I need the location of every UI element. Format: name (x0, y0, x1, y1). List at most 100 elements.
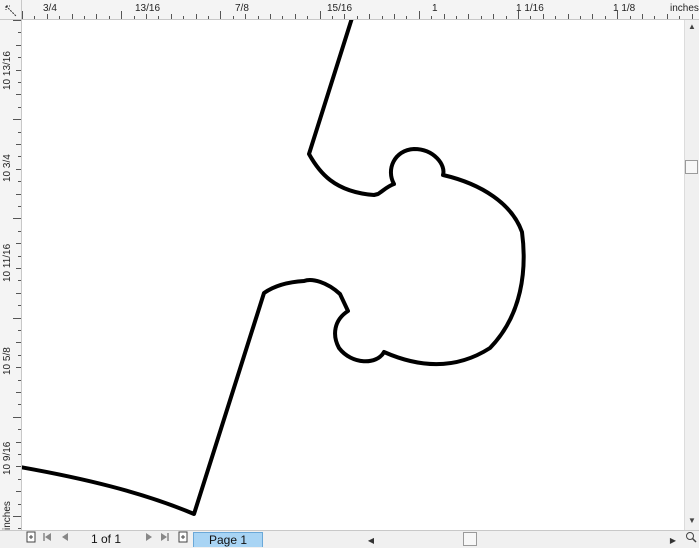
ruler-unit: inches (2, 501, 13, 530)
ruler-unit: inches (670, 3, 699, 14)
add-page-icon[interactable] (176, 531, 190, 548)
ruler-tick (16, 144, 21, 145)
ruler-tick (220, 11, 222, 19)
ruler-tick (406, 16, 408, 19)
ruler-tick (654, 16, 656, 19)
ruler-tick (18, 156, 21, 158)
ruler-corner[interactable] (0, 0, 22, 20)
scroll-left-icon[interactable]: ◀ (365, 532, 377, 549)
ruler-tick (282, 16, 284, 19)
ruler-tick (59, 16, 61, 19)
horizontal-scrollbar[interactable]: ◀ ▶ (365, 532, 683, 547)
vertical-ruler[interactable]: 10 13/16 10 3/4 10 11/16 10 5/8 10 9/16 … (0, 20, 22, 530)
ruler-tick (16, 491, 21, 493)
ruler-tick (16, 441, 21, 443)
ruler-tick (245, 14, 247, 19)
scroll-up-icon[interactable]: ▲ (685, 20, 699, 34)
ruler-label: 10 5/8 (2, 347, 13, 375)
ruler-tick (16, 94, 21, 96)
ruler-tick (18, 255, 21, 257)
ruler-tick (146, 14, 147, 19)
ruler-tick (158, 16, 160, 19)
ruler-tick (592, 14, 594, 19)
ruler-tick (208, 16, 209, 19)
ruler-tick (542, 14, 544, 19)
ruler-tick (16, 69, 21, 71)
ruler-tick (13, 317, 21, 319)
ruler-label: 10 11/16 (2, 243, 13, 282)
ruler-tick (96, 14, 98, 19)
ruler-tick (183, 16, 185, 19)
zoom-icon[interactable] (683, 531, 698, 548)
scroll-right-icon[interactable]: ▶ (667, 532, 679, 549)
ruler-tick (232, 16, 234, 19)
ruler-tick (16, 342, 21, 344)
ruler-tick (18, 181, 21, 183)
ruler-tick (294, 14, 296, 19)
ruler-tick (16, 243, 21, 245)
ruler-label: 1 1/16 (516, 3, 544, 14)
ruler-tick (332, 16, 333, 19)
ruler-tick (666, 14, 668, 19)
ruler-tick (13, 416, 21, 418)
ruler-tick (195, 14, 197, 19)
ruler-tick (679, 16, 681, 19)
ruler-tick (34, 16, 36, 19)
first-page-icon[interactable] (40, 531, 54, 548)
ruler-tick (18, 280, 21, 282)
ruler-tick (629, 16, 631, 19)
ruler-tick (18, 354, 21, 356)
ruler-tick (13, 516, 21, 517)
drawing-svg (22, 20, 526, 516)
ruler-corner-icon (5, 5, 17, 17)
horizontal-ruler[interactable]: 3/4 13/16 7/8 15/16 1 1 1/16 1 1/8 inche… (22, 0, 699, 20)
ruler-label: 15/16 (327, 3, 353, 14)
vertical-scrollbar[interactable]: ▲ ▼ (684, 20, 699, 530)
ruler-tick (22, 11, 23, 19)
page-tab-page-1[interactable]: Page 1 (193, 532, 263, 547)
ruler-tick (13, 119, 21, 121)
ruler-tick (16, 292, 21, 294)
horizontal-scroll-thumb[interactable] (463, 532, 477, 546)
add-page-icon[interactable] (24, 531, 38, 548)
ruler-label: 7/8 (235, 3, 249, 14)
ruler-tick (16, 193, 21, 195)
ruler-tick (16, 392, 21, 393)
ruler-tick (691, 14, 693, 19)
ruler-tick (46, 14, 48, 19)
ruler-tick (344, 14, 346, 19)
ruler-tick (480, 16, 482, 19)
ruler-tick (418, 11, 420, 19)
ruler-tick (580, 16, 581, 19)
puzzle-piece-outline[interactable] (22, 20, 526, 516)
ruler-tick (555, 16, 557, 19)
ruler-label: 1 (432, 3, 438, 14)
drawing-canvas[interactable] (22, 20, 684, 530)
scroll-down-icon[interactable]: ▼ (685, 514, 699, 528)
ruler-tick (456, 16, 457, 19)
ruler-tick (121, 11, 123, 19)
ruler-tick (617, 11, 619, 19)
ruler-tick (18, 106, 21, 108)
ruler-tick (18, 330, 21, 331)
ruler-tick (381, 16, 383, 19)
last-page-icon[interactable] (158, 531, 172, 548)
ruler-tick (16, 268, 21, 269)
ruler-label: 10 13/16 (2, 51, 13, 90)
prev-page-icon[interactable] (58, 531, 72, 548)
vertical-scroll-thumb[interactable] (685, 160, 698, 174)
ruler-tick (18, 503, 21, 505)
ruler-tick (18, 429, 21, 431)
ruler-tick (18, 131, 21, 133)
ruler-label: 13/16 (135, 3, 161, 14)
next-page-icon[interactable] (142, 531, 156, 548)
ruler-label: 10 9/16 (2, 441, 13, 475)
ruler-tick (394, 14, 395, 19)
ruler-tick (493, 14, 495, 19)
ruler-tick (13, 218, 21, 220)
ruler-tick (18, 305, 21, 307)
ruler-tick (170, 14, 172, 19)
ruler-tick (518, 11, 519, 19)
ruler-tick (133, 16, 135, 19)
ruler-tick (270, 14, 271, 19)
